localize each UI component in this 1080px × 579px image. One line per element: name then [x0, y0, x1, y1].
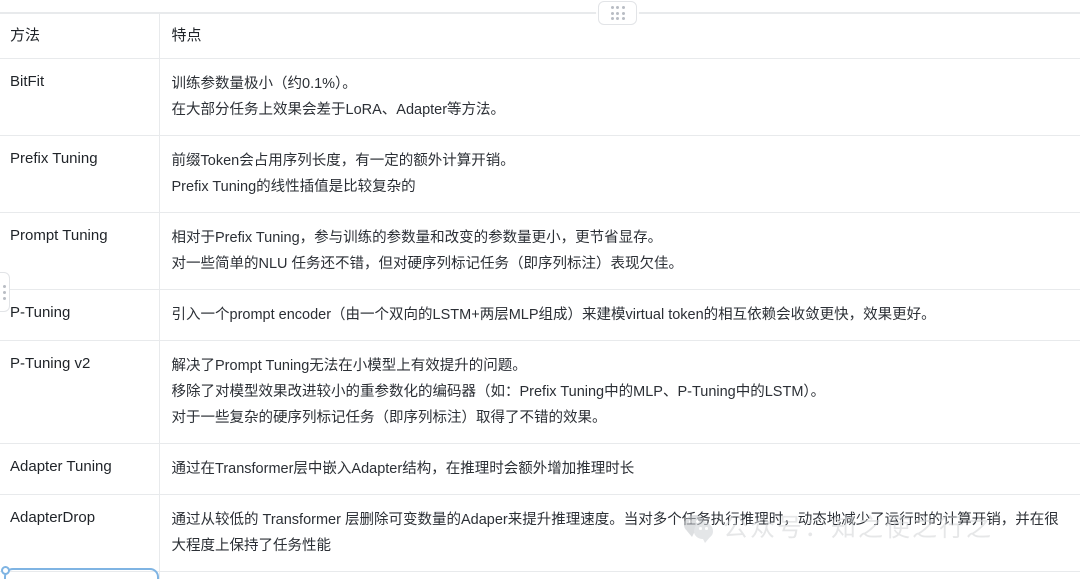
feature-line: 引入一个prompt encoder（由一个双向的LSTM+两层MLP组成）来建…	[171, 307, 936, 323]
table-body: BitFit 训练参数量极小（约0.1%）。 在大部分任务上效果会差于LoRA、…	[0, 58, 1080, 579]
column-header-method: 方法	[0, 13, 160, 59]
table-row: LoRA 将BA加到W上可以消除推理延迟。可以通过可插拔的形式切换到不同的任务。…	[0, 571, 1080, 579]
feature-line: 通过从较低的 Transformer 层删除可变数量的Adaper来提升推理速度…	[171, 512, 1059, 554]
table-row: BitFit 训练参数量极小（约0.1%）。 在大部分任务上效果会差于LoRA、…	[0, 58, 1080, 136]
cell-method: P-Tuning	[0, 289, 160, 341]
feature-line: 在大部分任务上效果会差于LoRA、Adapter等方法。	[171, 102, 506, 118]
feature-line: 解决了Prompt Tuning无法在小模型上有效提升的问题。	[171, 358, 527, 374]
feature-line: 相对于Prefix Tuning，参与训练的参数量和改变的参数量更小，更节省显存…	[171, 230, 663, 246]
grip-dots-icon	[610, 6, 625, 20]
cell-method: AdapterDrop	[0, 494, 160, 572]
table-row: P-Tuning 引入一个prompt encoder（由一个双向的LSTM+两…	[0, 289, 1080, 341]
cell-method: P-Tuning v2	[0, 340, 160, 444]
cell-method: BitFit	[0, 58, 160, 136]
table-row: Prefix Tuning 前缀Token会占用序列长度，有一定的额外计算开销。…	[0, 135, 1080, 213]
feature-line: 训练参数量极小（约0.1%）。	[171, 76, 357, 92]
table-header: 方法 特点	[0, 13, 1080, 59]
cell-method: Adapter Tuning	[0, 443, 160, 495]
feature-line: 对于一些复杂的硬序列标记任务（即序列标注）取得了不错的效果。	[171, 410, 607, 426]
table-row: Adapter Tuning 通过在Transformer层中嵌入Adapter…	[0, 443, 1080, 495]
drag-handle-vertical[interactable]	[0, 272, 10, 312]
feature-line: Prefix Tuning的线性插值是比较复杂的	[171, 179, 416, 195]
drag-handle-horizontal[interactable]	[598, 1, 637, 25]
feature-line: 对一些简单的NLU 任务还不错，但对硬序列标记任务（即序列标注）表现欠佳。	[171, 256, 684, 272]
cell-feature: 通过从较低的 Transformer 层删除可变数量的Adaper来提升推理速度…	[159, 494, 1080, 572]
selection-box[interactable]	[1, 566, 159, 579]
cell-feature: 通过在Transformer层中嵌入Adapter结构，在推理时会额外增加推理时…	[159, 443, 1080, 495]
grip-dots-vertical-icon	[3, 284, 6, 300]
cell-feature: 解决了Prompt Tuning无法在小模型上有效提升的问题。 移除了对模型效果…	[159, 340, 1080, 444]
screenshot-stage: 方法 特点 BitFit 训练参数量极小（约0.1%）。 在大部分任务上效果会差…	[0, 0, 1080, 579]
feature-line: 前缀Token会占用序列长度，有一定的额外计算开销。	[171, 153, 515, 169]
feature-line: 移除了对模型效果改进较小的重参数化的编码器（如：Prefix Tuning中的M…	[171, 384, 826, 400]
cell-method: Prompt Tuning	[0, 212, 160, 290]
cell-feature: 相对于Prefix Tuning，参与训练的参数量和改变的参数量更小，更节省显存…	[159, 212, 1080, 290]
cell-feature: 前缀Token会占用序列长度，有一定的额外计算开销。 Prefix Tuning…	[159, 135, 1080, 213]
top-rule	[0, 12, 1080, 13]
cell-feature: 引入一个prompt encoder（由一个双向的LSTM+两层MLP组成）来建…	[159, 289, 1080, 341]
table-row: Prompt Tuning 相对于Prefix Tuning，参与训练的参数量和…	[0, 212, 1080, 290]
cell-method: Prefix Tuning	[0, 135, 160, 213]
feature-line: 通过在Transformer层中嵌入Adapter结构，在推理时会额外增加推理时…	[171, 461, 635, 477]
table-container: 方法 特点 BitFit 训练参数量极小（约0.1%）。 在大部分任务上效果会差…	[0, 13, 1080, 579]
table-header-row: 方法 特点	[0, 13, 1080, 59]
peft-comparison-table: 方法 特点 BitFit 训练参数量极小（约0.1%）。 在大部分任务上效果会差…	[0, 13, 1080, 579]
table-row: AdapterDrop 通过从较低的 Transformer 层删除可变数量的A…	[0, 494, 1080, 572]
table-row: P-Tuning v2 解决了Prompt Tuning无法在小模型上有效提升的…	[0, 340, 1080, 444]
cell-feature: 训练参数量极小（约0.1%）。 在大部分任务上效果会差于LoRA、Adapter…	[159, 58, 1080, 136]
selection-handle[interactable]	[1, 566, 10, 575]
cell-feature: 将BA加到W上可以消除推理延迟。可以通过可插拔的形式切换到不同的任务。设计的比较…	[159, 571, 1080, 579]
